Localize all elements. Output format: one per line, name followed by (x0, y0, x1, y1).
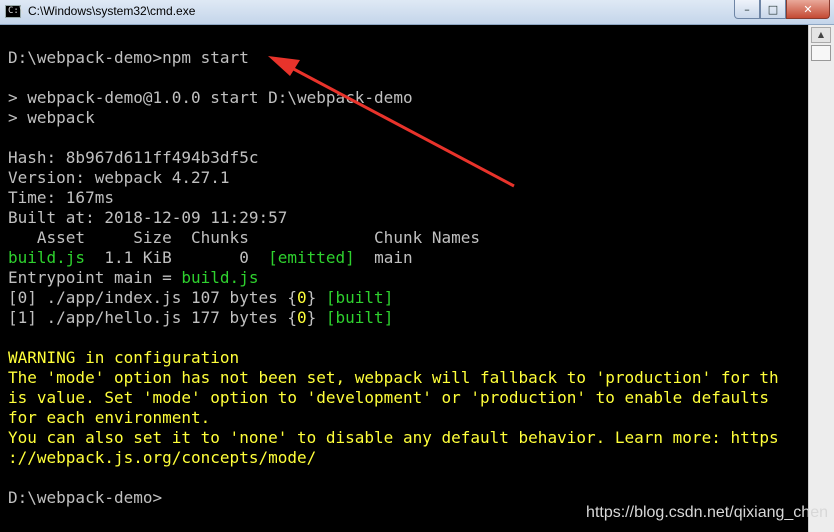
console-line-webpack: > webpack (8, 108, 95, 127)
asset-size-chunks: 1.1 KiB 0 (85, 248, 269, 267)
console-line-warning-1: The 'mode' option has not been set, webp… (8, 368, 779, 387)
module-0-built: [built] (325, 288, 394, 307)
module-0-info: [0] ./app/index.js 107 bytes { (8, 288, 297, 307)
console-line-version: Version: webpack 4.27.1 (8, 168, 230, 187)
module-0-sep: } (306, 288, 326, 307)
module-1-chunk: 0 (296, 308, 307, 327)
cmd-icon: C:\ (5, 5, 25, 18)
console-line-module-1: [1] ./app/hello.js 177 bytes {0} [built] (8, 308, 393, 328)
console-line-built-at: Built at: 2018-12-09 11:29:57 (8, 208, 288, 227)
watermark: https://blog.csdn.net/qixiang_chen (586, 504, 828, 521)
entrypoint-file: build.js (181, 268, 259, 287)
console-line-hash: Hash: 8b967d611ff494b3df5c (8, 148, 259, 167)
console-output[interactable]: D:\webpack-demo>npm start > webpack-demo… (0, 25, 808, 532)
window-controls: – □ ✕ (734, 0, 830, 19)
module-1-built: [built] (325, 308, 394, 327)
console-line-final-prompt: D:\webpack-demo> (8, 488, 163, 507)
scroll-up-arrow-icon[interactable]: ▲ (811, 27, 831, 43)
console-line-asset-row: build.js 1.1 KiB 0 [emitted] main (8, 248, 413, 268)
close-button[interactable]: ✕ (786, 0, 830, 19)
entrypoint-label: Entrypoint main = (8, 268, 182, 287)
console-line-warning-4: You can also set it to 'none' to disable… (8, 428, 779, 447)
console-line-time: Time: 167ms (8, 188, 114, 207)
minimize-button[interactable]: – (734, 0, 760, 19)
module-1-sep: } (306, 308, 326, 327)
console-line-warning-3: for each environment. (8, 408, 211, 427)
console-line-module-0: [0] ./app/index.js 107 bytes {0} [built] (8, 288, 393, 308)
asset-name: build.js (8, 248, 86, 267)
console-line-warning-title: WARNING in configuration (8, 348, 240, 367)
cmd-icon-glyph: C:\ (8, 6, 25, 16)
console-line-entrypoint: Entrypoint main = build.js (8, 268, 258, 288)
console-line-warning-2: is value. Set 'mode' option to 'developm… (8, 388, 769, 407)
window-titlebar[interactable]: C:\ C:\Windows\system32\cmd.exe – □ ✕ (0, 0, 834, 25)
chunk-name: main (354, 248, 413, 267)
maximize-button[interactable]: □ (760, 0, 786, 19)
vertical-scrollbar[interactable]: ▲ (808, 25, 834, 532)
console-line-prompt: D:\webpack-demo>npm start (8, 48, 249, 67)
console-line-script: > webpack-demo@1.0.0 start D:\webpack-de… (8, 88, 413, 107)
window-title: C:\Windows\system32\cmd.exe (28, 4, 196, 18)
module-1-info: [1] ./app/hello.js 177 bytes { (8, 308, 297, 327)
emitted-badge: [emitted] (268, 248, 355, 267)
console-line-warning-5: ://webpack.js.org/concepts/mode/ (8, 448, 317, 467)
scrollbar-thumb[interactable] (811, 45, 831, 61)
console-line-table-header: Asset Size Chunks Chunk Names (8, 228, 481, 247)
module-0-chunk: 0 (296, 288, 307, 307)
